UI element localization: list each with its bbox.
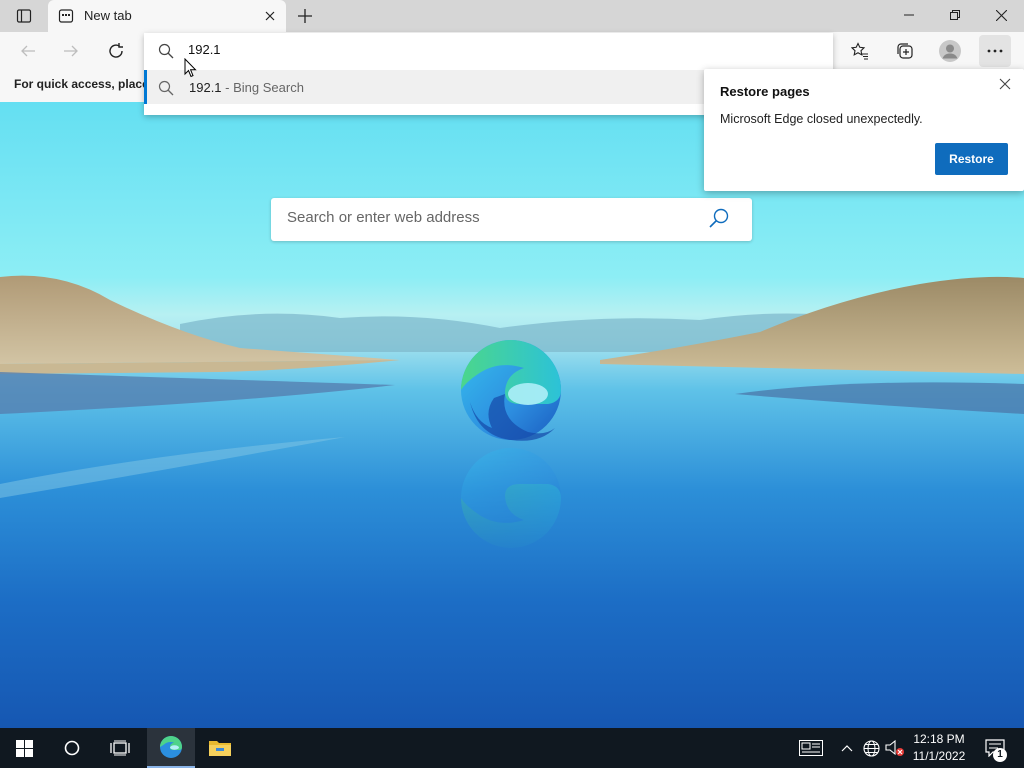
globe-network-icon — [862, 739, 880, 757]
edge-logo-reflection — [461, 448, 561, 548]
restore-down-icon — [950, 10, 960, 20]
tab-title: New tab — [84, 8, 132, 23]
minimize-icon — [904, 14, 914, 16]
search-icon — [158, 80, 174, 101]
forward-button[interactable] — [55, 35, 87, 67]
suggestion-query: 192.1 — [189, 80, 222, 95]
refresh-icon — [109, 43, 123, 58]
address-input[interactable] — [188, 42, 588, 57]
ntp-search-input[interactable] — [287, 209, 687, 226]
new-tab-page — [0, 102, 1024, 728]
start-button[interactable] — [0, 728, 48, 768]
taskbar: 12:18 PM 11/1/2022 — [0, 728, 1024, 768]
address-bar[interactable] — [144, 33, 833, 69]
notification-count-badge: 1 — [993, 748, 1007, 762]
close-window-button[interactable] — [978, 0, 1024, 30]
speaker-muted-icon — [885, 739, 904, 756]
collections-button[interactable] — [889, 35, 921, 67]
favorites-bar-hint: For quick access, place y — [14, 77, 144, 91]
taskbar-file-explorer-button[interactable] — [196, 728, 244, 768]
restore-down-button[interactable] — [932, 0, 978, 30]
tab-new-tab[interactable]: New tab — [48, 0, 286, 32]
windows-logo-icon — [15, 739, 33, 757]
chevron-up-icon — [841, 745, 853, 752]
mouse-cursor-icon — [184, 58, 197, 78]
star-list-icon — [851, 42, 868, 60]
settings-and-more-button[interactable] — [979, 35, 1011, 67]
forward-arrow-icon — [64, 45, 78, 57]
new-tab-page-icon — [58, 8, 74, 29]
volume-button[interactable] — [884, 728, 906, 768]
profile-button[interactable] — [934, 35, 966, 67]
edge-logo-icon — [461, 340, 561, 441]
suggestion-source: - Bing Search — [221, 80, 304, 95]
network-button[interactable] — [860, 728, 882, 768]
new-tab-button[interactable] — [292, 4, 318, 28]
notification-count: 1 — [997, 749, 1003, 760]
task-view-icon — [110, 740, 130, 756]
back-button[interactable] — [12, 35, 44, 67]
tab-actions-icon — [16, 9, 32, 23]
tab-actions-menu-button[interactable] — [8, 4, 40, 28]
minimize-button[interactable] — [886, 0, 932, 30]
more-dots-icon — [987, 49, 1003, 53]
collections-icon — [897, 43, 913, 59]
ntp-search-box[interactable] — [271, 198, 752, 241]
favorites-button[interactable] — [844, 35, 876, 67]
search-icon — [158, 43, 174, 64]
folder-icon — [209, 741, 231, 756]
restore-pages-popup: Restore pages Microsoft Edge closed unex… — [704, 69, 1024, 191]
cortana-circle-icon — [64, 740, 80, 756]
clock[interactable]: 12:18 PM 11/1/2022 — [908, 731, 970, 765]
action-center-button[interactable] — [978, 728, 1012, 768]
refresh-button[interactable] — [100, 35, 132, 67]
suggestion-text: 192.1 - Bing Search — [189, 80, 304, 95]
news-and-interests-button[interactable] — [796, 728, 826, 768]
clock-time: 12:18 PM — [913, 732, 965, 746]
popup-close-icon[interactable] — [994, 73, 1016, 95]
restore-button[interactable]: Restore — [935, 143, 1008, 175]
popup-message: Microsoft Edge closed unexpectedly. — [720, 112, 923, 126]
avatar-icon — [939, 40, 961, 62]
landscape-background — [0, 275, 1024, 548]
taskbar-edge-button[interactable] — [147, 728, 195, 768]
search-taskbar-button[interactable] — [48, 728, 96, 768]
title-bar: New tab — [0, 0, 1024, 32]
show-hidden-icons-button[interactable] — [838, 728, 856, 768]
plus-icon — [298, 9, 312, 23]
back-arrow-icon — [21, 45, 35, 57]
search-icon[interactable] — [708, 207, 730, 234]
tab-close-icon[interactable] — [260, 6, 280, 26]
close-icon — [995, 9, 1007, 21]
edge-icon — [160, 736, 182, 758]
task-view-button[interactable] — [96, 728, 144, 768]
news-icon — [799, 740, 823, 756]
clock-date: 11/1/2022 — [912, 749, 966, 763]
popup-title: Restore pages — [720, 84, 810, 99]
